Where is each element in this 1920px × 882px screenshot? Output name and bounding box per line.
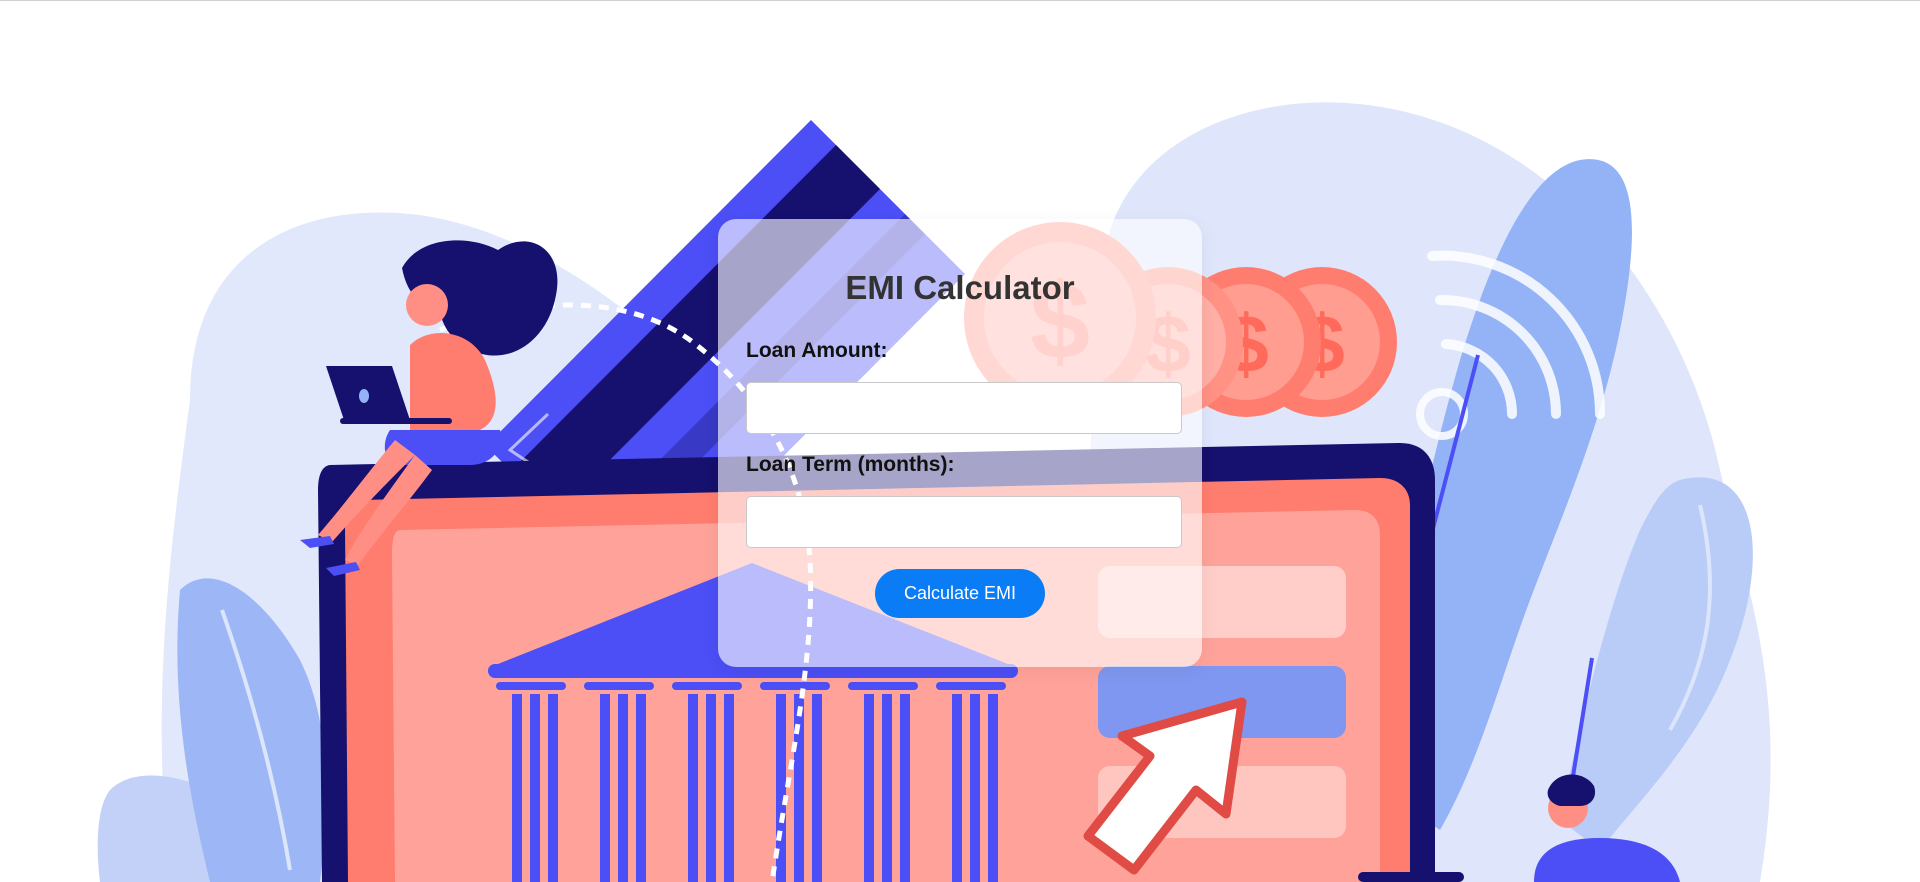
emi-calculator-card: EMI Calculator Loan Amount: Loan Term (m… [718,219,1202,667]
page: $ $ $ $ [0,0,1920,882]
calculator-title: EMI Calculator [845,269,1075,306]
loan-amount-input[interactable] [746,382,1182,434]
loan-term-input[interactable] [746,496,1182,548]
loan-amount-label: Loan Amount: [746,339,888,362]
calculate-emi-button[interactable]: Calculate EMI [875,569,1045,618]
loan-term-label: Loan Term (months): [746,453,955,476]
